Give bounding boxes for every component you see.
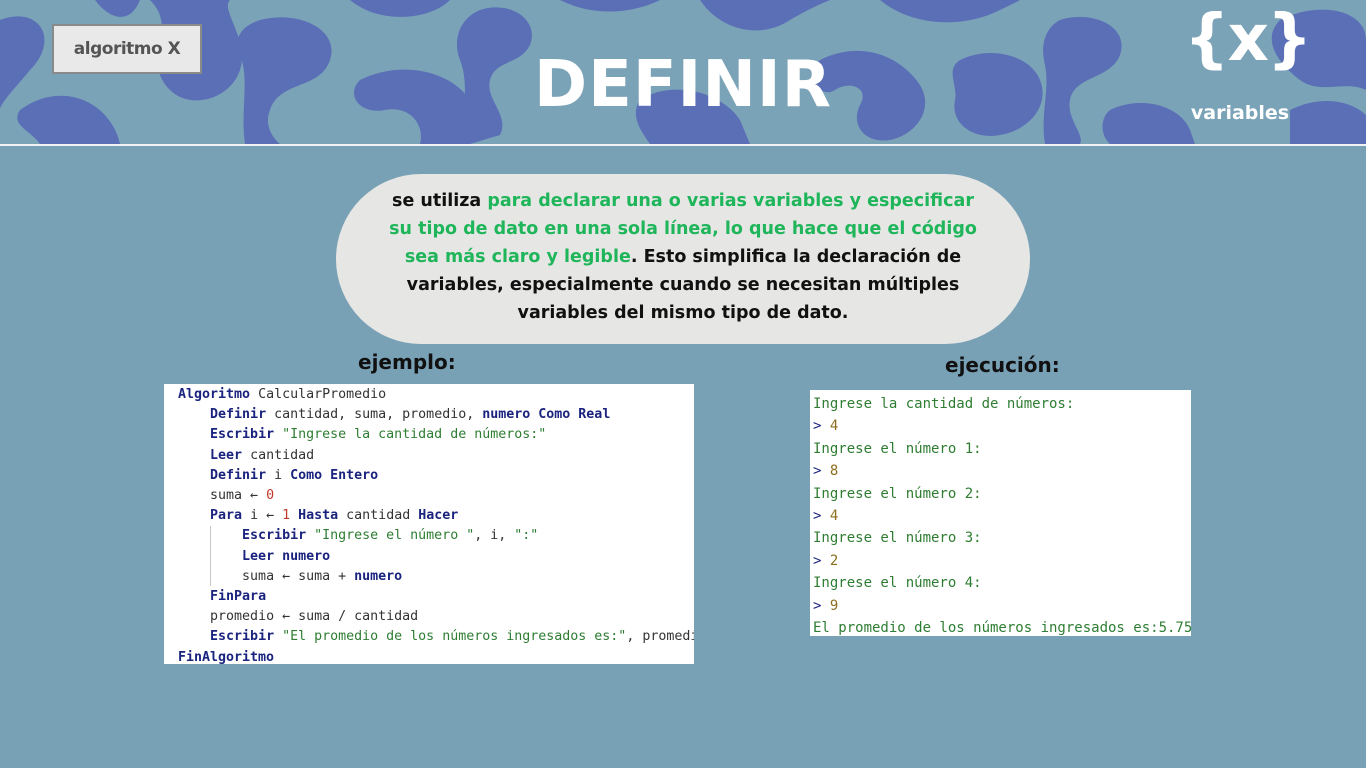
code-line: Para i ← 1 Hasta cantidad Hacer — [210, 508, 459, 524]
code-line: FinAlgoritmo — [178, 649, 275, 664]
logo-label: variables — [1190, 102, 1290, 124]
code-line: Leer numero — [242, 548, 331, 564]
code-example: Algoritmo CalcularPromedio Definir canti… — [164, 384, 694, 664]
result-line: El promedio de los números ingresados es… — [813, 620, 1191, 636]
example-label: ejemplo: — [358, 350, 456, 374]
input-line: > 4 — [813, 508, 839, 525]
code-line: FinPara — [210, 589, 267, 605]
output-line: Ingrese el número 3: — [813, 530, 982, 547]
input-line: > 8 — [813, 463, 839, 480]
output-line: Ingrese el número 1: — [813, 440, 982, 457]
header-divider — [0, 144, 1366, 146]
input-line: > 9 — [813, 597, 839, 614]
code-line: Escribir "Ingrese la cantidad de números… — [210, 427, 547, 443]
code-line: Escribir "El promedio de los números ing… — [210, 629, 694, 645]
code-line: Leer cantidad — [210, 447, 315, 463]
code-line: Definir cantidad, suma, promedio, numero… — [210, 407, 611, 423]
code-line: Algoritmo CalcularPromedio — [178, 387, 387, 402]
description-text: se utiliza — [392, 191, 488, 211]
code-line: Definir i Como Entero — [210, 467, 379, 483]
code-line: suma ← 0 — [210, 488, 275, 504]
page-title: DEFINIR — [533, 48, 833, 122]
code-line: Escribir "Ingrese el número ", i, ":" — [242, 528, 539, 544]
input-line: > 2 — [813, 552, 839, 569]
variables-icon: {x} — [1184, 2, 1312, 76]
code-line: promedio ← suma / cantidad — [210, 609, 419, 625]
description-bubble: se utiliza para declarar una o varias va… — [336, 174, 1030, 344]
execution-output: Ingrese la cantidad de números: > 4 Ingr… — [810, 390, 1191, 636]
code-line: suma ← suma + numero — [242, 568, 403, 584]
input-line: > 4 — [813, 418, 839, 435]
output-line: Ingrese el número 2: — [813, 485, 982, 502]
output-line: Ingrese el número 4: — [813, 575, 982, 592]
output-line: Ingrese la cantidad de números: — [813, 396, 1075, 412]
execution-label: ejecución: — [945, 353, 1060, 377]
